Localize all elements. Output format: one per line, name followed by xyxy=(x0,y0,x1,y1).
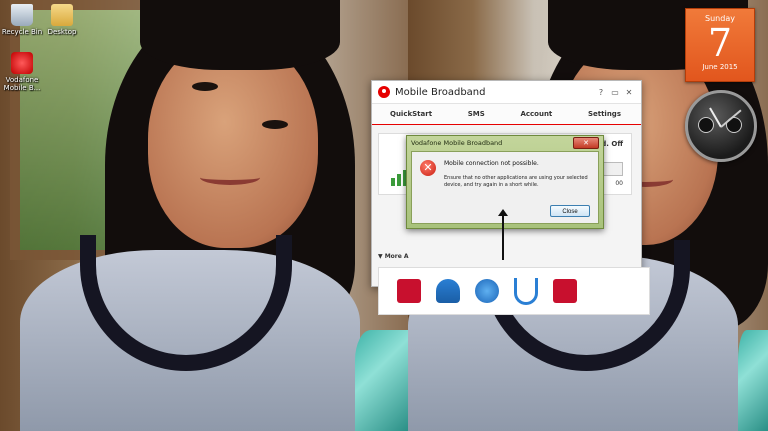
people-app-icon[interactable] xyxy=(436,279,460,303)
folder-icon xyxy=(51,4,73,26)
calendar-date: 7 xyxy=(707,21,733,65)
desktop-icon-label: Recycle Bin xyxy=(1,28,43,36)
annotation-arrow-line xyxy=(502,214,504,260)
clock-subdial-icon xyxy=(698,117,714,133)
desktop-icon-label: Desktop xyxy=(47,28,77,36)
vodafone-logo-icon xyxy=(378,86,390,98)
recycle-bin-icon xyxy=(11,4,33,26)
data-usage-text: 00 xyxy=(615,180,623,187)
vodafone-app-icon xyxy=(11,52,33,74)
clock-gadget[interactable] xyxy=(685,90,757,162)
tab-quickstart[interactable]: QuickStart xyxy=(390,110,432,118)
calendar-gadget[interactable]: Sunday 7 June 2015 xyxy=(685,8,755,82)
calendar-month: June 2015 xyxy=(702,63,738,71)
error-dialog-title: Vodafone Mobile Broadband xyxy=(411,139,503,147)
contacts-app-icon[interactable] xyxy=(553,279,577,303)
wallpaper-photo-left xyxy=(0,0,408,431)
tab-account[interactable]: Account xyxy=(520,110,552,118)
desktop-icon-vodafone[interactable]: Vodafone Mobile B... xyxy=(0,52,44,92)
window-title: Mobile Broadband xyxy=(395,86,486,98)
tab-settings[interactable]: Settings xyxy=(588,110,621,118)
dialog-close-icon[interactable]: ✕ xyxy=(573,137,599,149)
tab-sms[interactable]: SMS xyxy=(468,110,485,118)
close-button[interactable]: Close xyxy=(550,205,590,217)
mobile-broadband-titlebar[interactable]: Mobile Broadband ? ▭ ✕ xyxy=(372,81,641,104)
apps-panel xyxy=(378,267,650,315)
main-tabs: QuickStart SMS Account Settings xyxy=(372,104,641,126)
desktop-icon-label: Vodafone Mobile B... xyxy=(3,76,41,92)
error-dialog-titlebar[interactable]: Vodafone Mobile Broadband ✕ xyxy=(407,136,603,150)
desktop-icon-desktop[interactable]: Desktop xyxy=(40,4,84,36)
wifi-app-icon[interactable] xyxy=(475,279,499,303)
support-app-icon[interactable] xyxy=(514,277,538,305)
speed-app-icon[interactable] xyxy=(397,279,421,303)
connection-status-text: d. Off xyxy=(601,140,623,148)
error-detail: Ensure that no other applications are us… xyxy=(444,175,588,188)
desktop-icon-recycle-bin[interactable]: Recycle Bin xyxy=(0,4,44,36)
more-apps-label[interactable]: ▼ More A xyxy=(378,253,409,260)
minimize-button[interactable]: ▭ xyxy=(609,88,621,97)
help-button[interactable]: ? xyxy=(595,88,607,97)
error-message: Mobile connection not possible. xyxy=(444,160,539,167)
error-icon: ✕ xyxy=(420,160,436,176)
close-window-button[interactable]: ✕ xyxy=(623,88,635,97)
